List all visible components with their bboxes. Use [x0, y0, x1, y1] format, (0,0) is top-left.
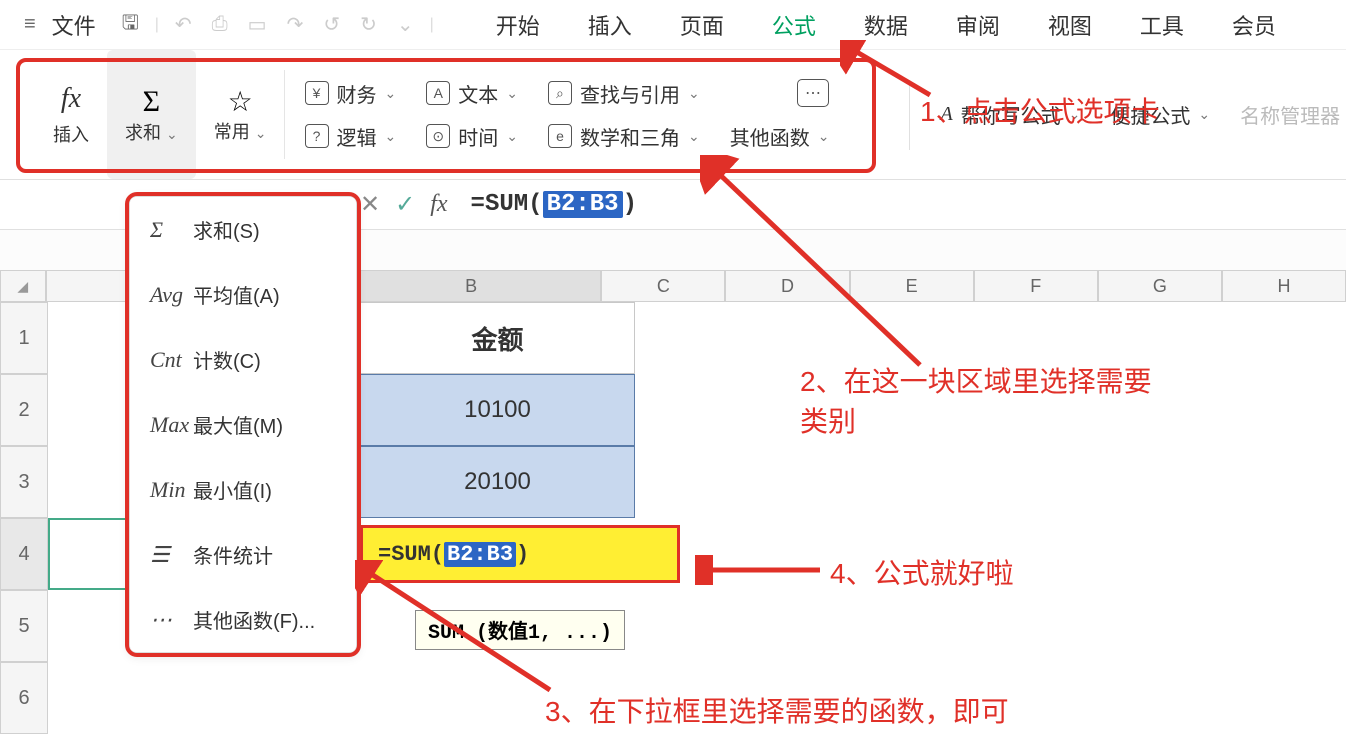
corner-cell[interactable]: ◢: [0, 270, 46, 302]
annotation-1: 1、点击公式选项卡: [920, 90, 1160, 130]
tab-review[interactable]: 审阅: [956, 9, 1000, 41]
back-icon: ↺: [319, 8, 344, 41]
undo-icon: ↶: [171, 8, 196, 41]
arrow-2: [700, 155, 940, 375]
sum-dropdown: Σ求和(S) Avg平均值(A) Cnt计数(C) Max最大值(M) Min最…: [128, 195, 358, 654]
max-icon: Max: [150, 412, 178, 438]
category-text[interactable]: A文本⌄: [426, 79, 518, 108]
print-icon: ⎙: [208, 9, 232, 40]
tab-member[interactable]: 会员: [1232, 9, 1276, 41]
avg-icon: Avg: [150, 282, 178, 308]
row-header-1[interactable]: 1: [0, 302, 48, 374]
clock-icon: ⊙: [426, 124, 450, 148]
category-finance[interactable]: ¥财务⌄: [305, 79, 397, 108]
math-icon: e: [548, 124, 572, 148]
row-header-3[interactable]: 3: [0, 446, 48, 518]
cnt-icon: Cnt: [150, 347, 178, 373]
star-icon: ☆: [228, 85, 253, 118]
fx-icon-bar[interactable]: fx: [430, 191, 447, 218]
tab-page[interactable]: 页面: [680, 9, 724, 41]
yen-icon: ¥: [305, 81, 329, 105]
table-icon: ☰: [150, 542, 178, 568]
tab-insert[interactable]: 插入: [588, 9, 632, 41]
cell-B2[interactable]: 10100: [360, 374, 635, 446]
cell-B1[interactable]: 金额: [360, 302, 635, 374]
row-header-2[interactable]: 2: [0, 374, 48, 446]
forward-icon: ↻: [356, 8, 381, 41]
menu-icon[interactable]: ≡: [20, 9, 40, 40]
arrow-3: [355, 560, 555, 700]
common-functions-button[interactable]: ☆ 常用 ⌄: [196, 50, 285, 179]
tab-view[interactable]: 视图: [1048, 9, 1092, 41]
tab-start[interactable]: 开始: [496, 9, 540, 41]
category-time[interactable]: ⊙时间⌄: [426, 122, 518, 151]
annotation-4: 4、公式就好啦: [830, 552, 1014, 592]
category-math[interactable]: e数学和三角⌄: [548, 122, 700, 151]
row-header-4[interactable]: 4: [0, 518, 48, 590]
insert-fn-label: 插入: [53, 121, 89, 147]
file-menu[interactable]: 文件: [52, 9, 96, 41]
dropdown-min[interactable]: Min最小值(I): [130, 457, 356, 522]
cancel-icon[interactable]: ✕: [360, 190, 380, 219]
dropdown-sum[interactable]: Σ求和(S): [130, 197, 356, 262]
accept-icon[interactable]: ✓: [395, 190, 415, 219]
arrow-4: [695, 555, 825, 585]
col-header-F[interactable]: F: [974, 270, 1098, 302]
annotation-2-line1: 2、在这一块区域里选择需要: [800, 360, 1152, 400]
dropdown-conditional[interactable]: ☰条件统计: [130, 522, 356, 587]
chevron-down-icon[interactable]: ⌄: [393, 8, 418, 41]
sum-label: 求和 ⌄: [125, 119, 178, 145]
sum-button[interactable]: Σ 求和 ⌄: [107, 50, 196, 179]
fx-icon: fx: [61, 83, 81, 115]
dropdown-count[interactable]: Cnt计数(C): [130, 327, 356, 392]
tab-data[interactable]: 数据: [864, 9, 908, 41]
more-icon: ⋯: [150, 607, 178, 633]
preview-icon: ▭: [244, 8, 271, 41]
annotation-3: 3、在下拉框里选择需要的函数，即可: [545, 690, 1009, 730]
annotation-2-line2: 类别: [800, 400, 856, 440]
sigma-icon: Σ: [143, 85, 160, 119]
insert-function-button[interactable]: fx 插入: [35, 50, 107, 179]
cell-B3[interactable]: 20100: [360, 446, 635, 518]
min-icon: Min: [150, 477, 178, 503]
sigma-icon: Σ: [150, 217, 178, 243]
text-icon: A: [426, 81, 450, 105]
category-logic[interactable]: ?逻辑⌄: [305, 122, 397, 151]
search-icon: ⌕: [548, 81, 572, 105]
dropdown-avg[interactable]: Avg平均值(A): [130, 262, 356, 327]
col-header-H[interactable]: H: [1222, 270, 1346, 302]
menu-tabs: 开始 插入 页面 公式 数据 审阅 视图 工具 会员: [496, 9, 1326, 41]
tab-formula[interactable]: 公式: [772, 9, 816, 41]
tab-tools[interactable]: 工具: [1140, 9, 1184, 41]
col-header-B[interactable]: B: [341, 270, 601, 302]
row-header-5[interactable]: 5: [0, 590, 48, 662]
topbar: ≡ 文件 🖫 | ↶ ⎙ ▭ ↷ ↺ ↻ ⌄ | 开始 插入 页面 公式 数据 …: [0, 0, 1346, 50]
category-lookup[interactable]: ⌕查找与引用⌄: [548, 79, 700, 108]
formula-input[interactable]: =SUM(B2:B3): [471, 191, 637, 218]
dropdown-max[interactable]: Max最大值(M): [130, 392, 356, 457]
save-icon[interactable]: 🖫: [118, 4, 143, 46]
dropdown-other[interactable]: ⋯其他函数(F)...: [130, 587, 356, 652]
category-other[interactable]: 其他函数⌄: [730, 122, 830, 151]
common-label: 常用 ⌄: [214, 118, 267, 144]
col-header-G[interactable]: G: [1098, 270, 1222, 302]
redo-icon: ↷: [283, 8, 308, 41]
name-manager-button: 名称管理器: [1240, 100, 1340, 129]
row-header-6[interactable]: 6: [0, 662, 48, 734]
question-icon: ?: [305, 124, 329, 148]
more-icon[interactable]: ⋯: [797, 79, 829, 107]
